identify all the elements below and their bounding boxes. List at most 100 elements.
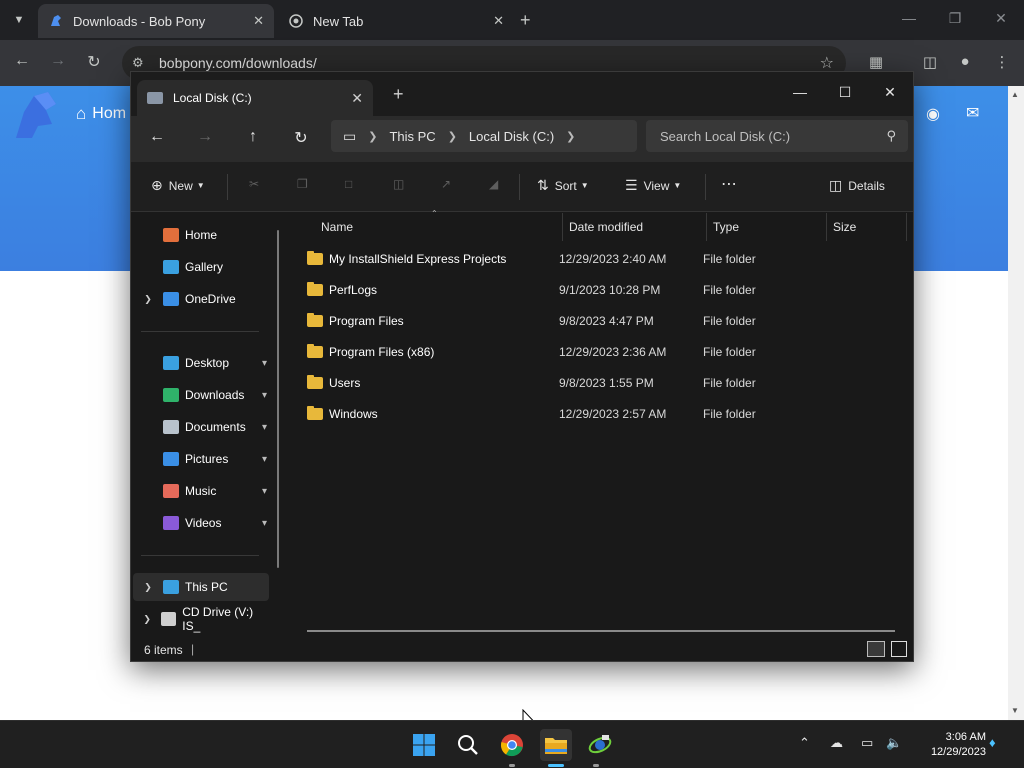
close-window-icon[interactable]: ✕ xyxy=(978,10,1024,27)
search-button[interactable] xyxy=(452,729,484,761)
more-options-icon[interactable]: ⋯ xyxy=(721,174,737,194)
chevron-right-icon[interactable]: ❯ xyxy=(133,294,163,305)
file-row[interactable]: Windows 12/29/2023 2:57 AM File folder xyxy=(307,398,907,429)
home-icon xyxy=(163,228,179,242)
notifications-bell-icon[interactable]: ♦ xyxy=(989,735,996,750)
file-row[interactable]: PerfLogs 9/1/2023 10:28 PM File folder xyxy=(307,274,907,305)
cut-icon[interactable]: ✂ xyxy=(249,177,259,191)
delete-icon[interactable]: ◢ xyxy=(489,177,498,191)
explorer-tab-local-disk[interactable]: Local Disk (C:) ✕ xyxy=(137,80,373,116)
github-icon[interactable]: ◉ xyxy=(926,104,940,124)
page-nav-home[interactable]: ⌂ Hom xyxy=(76,104,126,124)
close-tab-icon[interactable]: ✕ xyxy=(253,13,264,29)
browser-tab-downloads[interactable]: Downloads - Bob Pony ✕ xyxy=(38,4,274,38)
nav-item-pictures[interactable]: Pictures ▾ xyxy=(133,445,269,473)
paste-icon[interactable]: □ xyxy=(345,177,352,191)
scroll-up-icon[interactable]: ▲ xyxy=(1011,90,1019,99)
nav-item-videos[interactable]: Videos ▾ xyxy=(133,509,269,537)
chrome-menu-icon[interactable]: ⋮ xyxy=(992,53,1012,71)
column-header-type[interactable]: Type xyxy=(707,213,827,241)
start-button[interactable] xyxy=(408,729,440,761)
profile-icon[interactable]: ● xyxy=(955,53,975,70)
new-button[interactable]: ⊕ New ▼ xyxy=(151,177,205,194)
new-explorer-tab-button[interactable]: + xyxy=(393,84,404,105)
file-row[interactable]: My InstallShield Express Projects 12/29/2… xyxy=(307,243,907,274)
scroll-down-icon[interactable]: ▼ xyxy=(1011,706,1019,715)
file-row[interactable]: Users 9/8/2023 1:55 PM File folder xyxy=(307,367,907,398)
new-tab-button[interactable]: + xyxy=(520,10,531,31)
back-icon[interactable]: ← xyxy=(10,52,34,70)
side-panel-icon[interactable]: ◫ xyxy=(920,53,940,71)
browser-tab-new-tab[interactable]: New Tab ✕ xyxy=(278,4,514,38)
volume-muted-icon[interactable]: 🔈 xyxy=(886,735,902,751)
pin-icon[interactable]: ▾ xyxy=(262,358,267,369)
details-view-icon[interactable] xyxy=(867,641,885,657)
restore-icon[interactable]: ❐ xyxy=(932,10,978,27)
file-row[interactable]: Program Files (x86) 12/29/2023 2:36 AM Fil… xyxy=(307,336,907,367)
taskbar-chrome-button[interactable] xyxy=(496,729,528,761)
onedrive-status-icon[interactable]: ☁ xyxy=(830,735,843,751)
nav-item-this-pc[interactable]: ❯ This PC xyxy=(133,573,269,601)
taskbar-installshield-button[interactable] xyxy=(584,729,616,761)
file-row[interactable]: Program Files 9/8/2023 4:47 PM File folder xyxy=(307,305,907,336)
close-window-icon[interactable]: ✕ xyxy=(867,78,913,106)
column-header-size[interactable]: Size xyxy=(827,213,907,241)
rename-icon[interactable]: ◫ xyxy=(393,177,404,191)
nav-item-desktop[interactable]: Desktop ▾ xyxy=(133,349,269,377)
up-icon[interactable]: ↑ xyxy=(239,128,267,146)
nav-item-music[interactable]: Music ▾ xyxy=(133,477,269,505)
pin-icon[interactable]: ▾ xyxy=(262,422,267,433)
view-button[interactable]: ☰ View ▼ xyxy=(625,177,681,194)
nav-item-downloads[interactable]: Downloads ▾ xyxy=(133,381,269,409)
copy-icon[interactable]: ❐ xyxy=(297,177,308,191)
reload-icon[interactable]: ↻ xyxy=(82,52,106,72)
chevron-right-icon[interactable]: ❯ xyxy=(566,130,575,143)
show-hidden-icons-icon[interactable]: ⌃ xyxy=(799,735,810,751)
extensions-icon[interactable]: ▦ xyxy=(866,53,886,71)
pin-icon[interactable]: ▾ xyxy=(262,454,267,465)
search-input[interactable]: Search Local Disk (C:) ⚲ xyxy=(646,120,908,152)
column-header-name[interactable]: Name xyxy=(315,213,563,241)
column-header-date-modified[interactable]: Date modified xyxy=(563,213,707,241)
breadcrumb-this-pc[interactable]: This PC xyxy=(389,129,435,144)
back-icon[interactable]: ← xyxy=(143,128,171,146)
sort-button[interactable]: ⇅ Sort ▼ xyxy=(537,177,589,194)
bobpony-logo-icon[interactable] xyxy=(12,90,60,143)
chevron-right-icon[interactable]: ❯ xyxy=(133,582,163,593)
nav-item-gallery[interactable]: Gallery xyxy=(133,253,269,281)
site-info-icon[interactable]: ⚙ xyxy=(132,55,154,71)
breadcrumb[interactable]: ▭ ❯ This PC ❯ Local Disk (C:) ❯ xyxy=(331,120,637,152)
mail-icon[interactable]: ✉ xyxy=(966,103,979,123)
nav-item-cd-drive-v-is[interactable]: ❯ CD Drive (V:) IS_ xyxy=(133,605,269,633)
network-icon[interactable]: ▭ xyxy=(861,735,873,751)
pin-icon[interactable]: ▾ xyxy=(262,518,267,529)
navigation-pane-scrollbar[interactable] xyxy=(277,230,279,568)
minimize-icon[interactable]: — xyxy=(886,10,932,26)
close-tab-icon[interactable]: ✕ xyxy=(351,90,363,107)
horizontal-scrollbar[interactable] xyxy=(307,630,895,632)
chevron-right-icon[interactable]: ❯ xyxy=(448,130,457,143)
taskbar-file-explorer-button[interactable] xyxy=(540,729,572,761)
large-icons-view-icon[interactable] xyxy=(891,641,907,657)
chevron-right-icon[interactable]: ❯ xyxy=(133,614,161,625)
pin-icon[interactable]: ▾ xyxy=(262,486,267,497)
tab-search-dropdown-button[interactable]: ▼ xyxy=(6,7,32,33)
bookmark-star-icon[interactable]: ☆ xyxy=(820,53,834,73)
share-icon[interactable]: ↗ xyxy=(441,177,451,191)
details-button[interactable]: ◫ Details xyxy=(829,177,885,194)
clock[interactable]: 3:06 AM 12/29/2023 xyxy=(912,730,986,760)
forward-icon[interactable]: → xyxy=(46,52,70,70)
pin-icon[interactable]: ▾ xyxy=(262,390,267,401)
breadcrumb-local-disk[interactable]: Local Disk (C:) xyxy=(469,129,554,144)
page-scrollbar[interactable] xyxy=(1008,86,1024,720)
minimize-icon[interactable]: — xyxy=(777,78,823,106)
url-text[interactable]: bobpony.com/downloads/ xyxy=(159,55,317,71)
forward-icon[interactable]: → xyxy=(191,128,219,146)
chevron-right-icon[interactable]: ❯ xyxy=(368,130,377,143)
nav-item-onedrive[interactable]: ❯ OneDrive xyxy=(133,285,269,313)
refresh-icon[interactable]: ↻ xyxy=(287,128,315,148)
maximize-icon[interactable]: ☐ xyxy=(822,78,868,106)
nav-item-home[interactable]: Home xyxy=(133,221,269,249)
close-tab-icon[interactable]: ✕ xyxy=(493,13,504,29)
nav-item-documents[interactable]: Documents ▾ xyxy=(133,413,269,441)
